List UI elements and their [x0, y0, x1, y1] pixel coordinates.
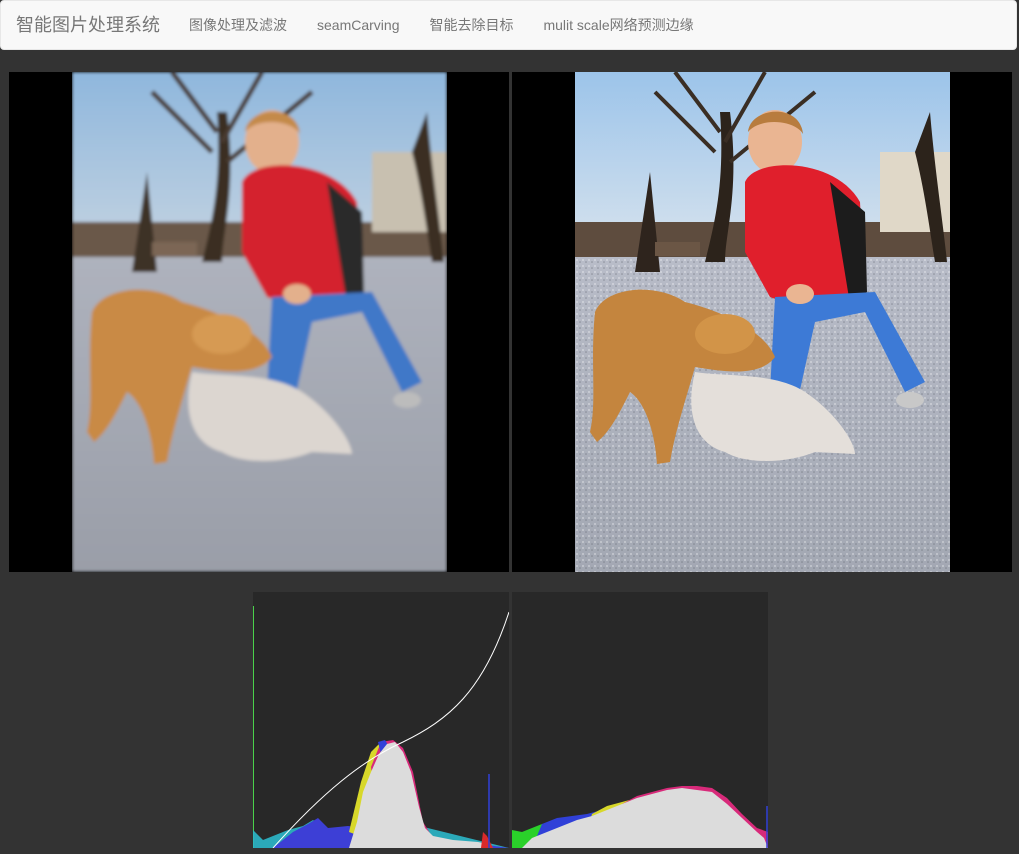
processed-histogram [512, 592, 768, 848]
nav-link-edge-prediction[interactable]: mulit scale网络预测边缘 [528, 0, 708, 50]
original-photo [72, 72, 447, 572]
nav-link-seam-carving[interactable]: seamCarving [302, 0, 414, 50]
histogram-icon [253, 606, 509, 848]
top-navbar: 智能图片处理系统 图像处理及滤波 seamCarving 智能去除目标 muli… [0, 0, 1017, 50]
original-image-panel [9, 72, 509, 572]
nav-link-image-processing[interactable]: 图像处理及滤波 [174, 0, 302, 50]
histogram-icon [512, 786, 768, 848]
processed-photo [575, 72, 950, 572]
nav-link-object-removal[interactable]: 智能去除目标 [414, 0, 528, 50]
navbar-brand[interactable]: 智能图片处理系统 [16, 0, 160, 50]
original-histogram [253, 592, 509, 848]
processed-image-panel [512, 72, 1012, 572]
